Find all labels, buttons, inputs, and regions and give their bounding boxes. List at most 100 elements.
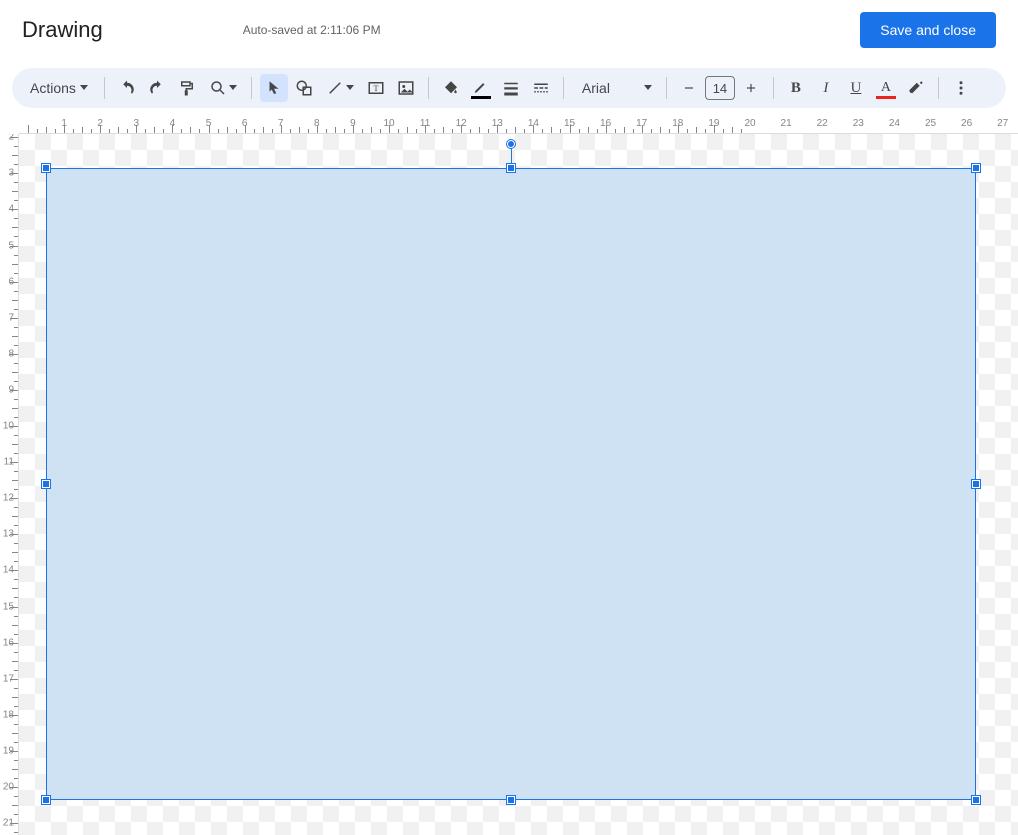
ruler-number: 7 (278, 118, 284, 129)
italic-button[interactable]: I (812, 74, 840, 102)
rectangle-shape[interactable] (46, 168, 976, 800)
vertical-ruler[interactable]: 23456789101112131415161718192021 (0, 134, 19, 835)
caret-down-icon (644, 85, 652, 91)
textbox-icon: T (367, 79, 385, 97)
save-and-close-button[interactable]: Save and close (860, 12, 996, 48)
select-tool-button[interactable] (260, 74, 288, 102)
ruler-number: 9 (8, 384, 14, 395)
textbox-tool-button[interactable]: T (362, 74, 390, 102)
ruler-number: 14 (3, 565, 14, 576)
ruler-number: 22 (817, 118, 828, 129)
toolbar-separator (773, 77, 774, 99)
undo-button[interactable] (113, 74, 141, 102)
underline-button[interactable]: U (842, 74, 870, 102)
toolbar-separator (428, 77, 429, 99)
resize-handle-ne[interactable] (972, 164, 980, 172)
paint-bucket-icon (442, 79, 460, 97)
ruler-number: 17 (636, 118, 647, 129)
highlight-color-button[interactable] (902, 74, 930, 102)
redo-button[interactable] (143, 74, 171, 102)
underline-icon: U (851, 80, 862, 97)
ruler-number: 16 (3, 637, 14, 648)
ruler-number: 15 (564, 118, 575, 129)
ruler-number: 20 (3, 782, 14, 793)
toolbar-separator (666, 77, 667, 99)
ruler-number: 10 (383, 118, 394, 129)
resize-handle-n[interactable] (507, 164, 515, 172)
fill-color-button[interactable] (437, 74, 465, 102)
toolbar: Actions T Arial (12, 68, 1006, 108)
bold-icon: B (791, 80, 801, 97)
paint-roller-icon (178, 79, 196, 97)
ruler-number: 12 (3, 493, 14, 504)
caret-down-icon (80, 85, 88, 91)
line-tool-button[interactable] (320, 74, 360, 102)
ruler-number: 4 (8, 204, 14, 215)
ruler-number: 9 (350, 118, 356, 129)
toolbar-separator (563, 77, 564, 99)
resize-handle-nw[interactable] (42, 164, 50, 172)
font-size-decrease-button[interactable] (675, 74, 703, 102)
ruler-number: 3 (134, 118, 140, 129)
more-options-button[interactable] (947, 74, 975, 102)
resize-handle-e[interactable] (972, 480, 980, 488)
toolbar-separator (104, 77, 105, 99)
border-dash-button[interactable] (527, 74, 555, 102)
ruler-number: 2 (8, 134, 14, 143)
horizontal-ruler[interactable]: 1234567891011121314151617181920212223242… (19, 116, 1018, 134)
actions-menu-button[interactable]: Actions (22, 74, 96, 102)
paint-format-button[interactable] (173, 74, 201, 102)
ruler-number: 11 (420, 118, 430, 129)
image-tool-button[interactable] (392, 74, 420, 102)
ruler-number: 21 (781, 118, 792, 129)
shapes-icon (295, 79, 313, 97)
ruler-number: 3 (8, 168, 14, 179)
text-color-button[interactable]: A (872, 74, 900, 102)
ruler-number: 15 (3, 601, 14, 612)
border-weight-button[interactable] (497, 74, 525, 102)
ruler-number: 13 (3, 529, 14, 540)
image-icon (397, 79, 415, 97)
line-icon (326, 79, 344, 97)
svg-text:T: T (373, 84, 378, 93)
ruler-number: 10 (3, 421, 14, 432)
line-weight-icon (502, 79, 520, 97)
ruler-number: 19 (3, 745, 14, 756)
caret-down-icon (346, 85, 354, 91)
ruler-number: 18 (3, 709, 14, 720)
drawing-canvas[interactable] (19, 134, 1018, 835)
line-dash-icon (532, 79, 550, 97)
dialog-title: Drawing (22, 17, 103, 43)
shape-tool-button[interactable] (290, 74, 318, 102)
ruler-number: 13 (492, 118, 503, 129)
ruler-number: 23 (853, 118, 864, 129)
ruler-number: 18 (672, 118, 683, 129)
pen-icon (472, 81, 490, 95)
ruler-number: 8 (314, 118, 320, 129)
toolbar-separator (251, 77, 252, 99)
dialog-header: Drawing Auto-saved at 2:11:06 PM Save an… (0, 0, 1018, 60)
border-color-button[interactable] (467, 74, 495, 102)
font-size-input[interactable] (705, 76, 735, 100)
resize-handle-sw[interactable] (42, 796, 50, 804)
ruler-number: 17 (3, 673, 14, 684)
font-size-increase-button[interactable] (737, 74, 765, 102)
bold-button[interactable]: B (782, 74, 810, 102)
highlighter-icon (907, 79, 925, 97)
ruler-number: 8 (8, 348, 14, 359)
italic-icon: I (823, 80, 828, 97)
minus-icon (682, 81, 696, 95)
selected-shape[interactable] (46, 168, 976, 800)
zoom-button[interactable] (203, 74, 243, 102)
toolbar-separator (938, 77, 939, 99)
ruler-number: 1 (61, 118, 67, 129)
rotation-handle[interactable] (507, 140, 515, 148)
plus-icon (744, 81, 758, 95)
font-family-select[interactable]: Arial (572, 80, 658, 96)
resize-handle-s[interactable] (507, 796, 515, 804)
resize-handle-se[interactable] (972, 796, 980, 804)
ruler-number: 11 (4, 457, 14, 468)
autosave-status: Auto-saved at 2:11:06 PM (243, 23, 381, 37)
ruler-number: 26 (961, 118, 972, 129)
resize-handle-w[interactable] (42, 480, 50, 488)
